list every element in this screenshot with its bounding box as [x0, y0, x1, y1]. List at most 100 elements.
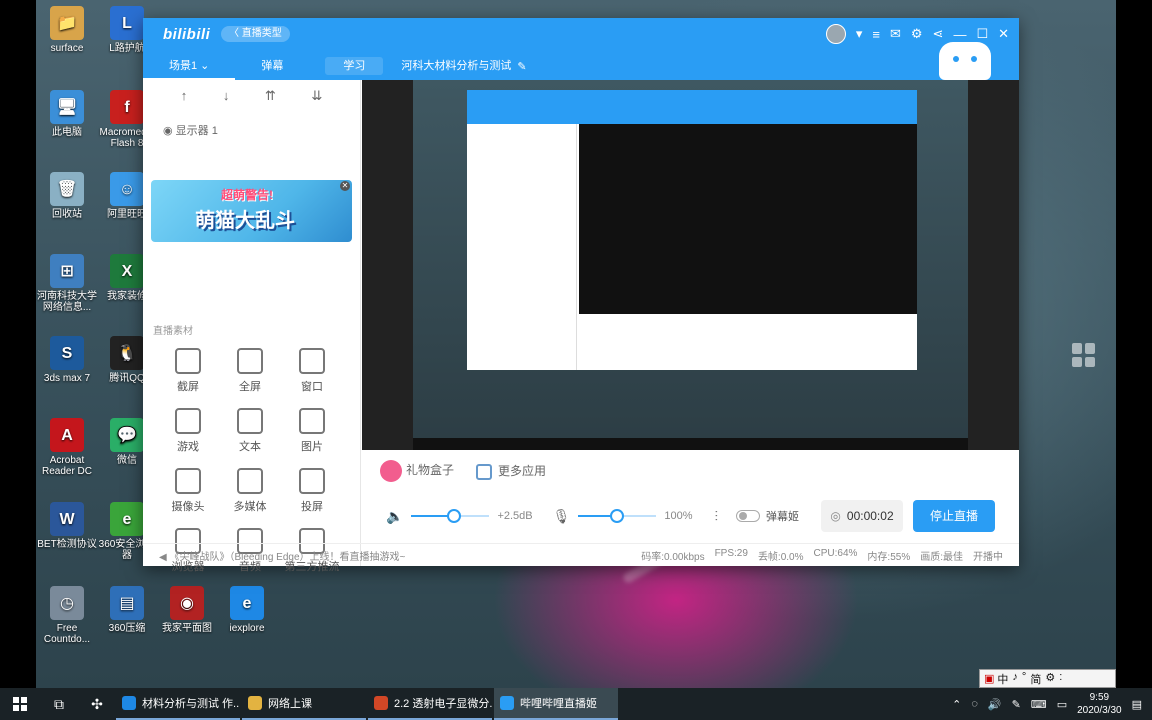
stop-live-button[interactable]: 停止直播 — [913, 500, 996, 532]
source-button[interactable]: 截屏 — [157, 348, 219, 394]
gear-icon[interactable]: ⚙ — [911, 26, 923, 42]
source-grid: 截屏 全屏 窗口 游戏 文本 图片 摄像头 多媒体 投屏 浏览器 音频 第三方推流 — [157, 348, 347, 574]
widget-grid-icon[interactable] — [1072, 343, 1096, 367]
letterbox-left — [0, 0, 36, 688]
ime-item[interactable]: ⚙ — [1045, 671, 1055, 687]
ime-item[interactable]: : — [1059, 671, 1062, 687]
ime-toolbar[interactable]: ▣ 中 ♪ ° 简 ⚙: — [979, 669, 1116, 688]
source-item-display[interactable]: ◉ 显示器 1 — [143, 112, 360, 148]
desktop-icon[interactable]: W BET检测协议 — [36, 502, 100, 550]
start-button[interactable] — [0, 688, 40, 720]
app-icon: ◉ — [170, 586, 204, 620]
mail-icon[interactable]: ✉ — [890, 26, 901, 42]
task-view-icon[interactable]: ⧉ — [40, 688, 78, 720]
source-button[interactable]: 全屏 — [219, 348, 281, 394]
minimize-icon[interactable]: — — [953, 27, 966, 42]
mixer-icon[interactable]: ⫶ — [715, 508, 719, 525]
taskbar-app-button[interactable]: 网络上课 — [242, 688, 366, 720]
source-button[interactable]: 文本 — [219, 408, 281, 454]
speaker-volume-slider[interactable] — [411, 509, 490, 523]
move-down-icon[interactable]: ↓ — [223, 88, 230, 104]
pinwheel-icon[interactable]: ✣ — [78, 688, 116, 720]
desktop-icon[interactable]: 🖥 此电脑 — [36, 90, 100, 138]
desktop-icon-label: surface — [50, 43, 84, 54]
source-button[interactable]: 多媒体 — [219, 468, 281, 514]
taskbar-app-button[interactable]: 材料分析与测试 作... — [116, 688, 240, 720]
promo-banner[interactable]: 超萌警告! 萌猫大乱斗 ✕ — [151, 180, 352, 242]
ime-item[interactable]: 中 — [997, 671, 1008, 687]
volume-icon[interactable]: 🔊 — [988, 698, 1002, 711]
desktop-icon[interactable]: e iexplore — [214, 586, 280, 634]
desktop-icon[interactable]: ◉ 我家平面图 — [154, 586, 220, 634]
stream-stats: 码率:0.00kbps FPS:29 丢帧:0.0% CPU:64% 内存:55% 画质:… — [641, 548, 1003, 563]
pen-icon[interactable]: ✎ — [1012, 698, 1021, 711]
source-button[interactable]: 游戏 — [157, 408, 219, 454]
desktop-icon[interactable]: S 3ds max 7 — [36, 336, 100, 384]
move-up-icon[interactable]: ↑ — [181, 88, 188, 104]
source-button[interactable]: 图片 — [281, 408, 343, 454]
microphone-icon[interactable]: 🎙 — [553, 508, 571, 525]
tab-study[interactable]: 学习 — [325, 57, 384, 75]
preview-screen-capture — [413, 80, 968, 450]
desktop-icon[interactable]: ⊞ 河南科技大学网络信息... — [36, 254, 100, 313]
app-icon: e — [230, 586, 264, 620]
display-icon[interactable]: ▭ — [1057, 698, 1067, 711]
gift-box-button[interactable]: 礼物盒子 — [380, 460, 454, 482]
move-bottom-icon[interactable]: ⇊ — [311, 88, 322, 104]
taskbar-app-button[interactable]: 2.2 透射电子显微分... — [368, 688, 492, 720]
status-bar: ◀ 《尖峰战队》（Bleeding Edge）上线！看直播抽游戏~ 码率:0.0… — [143, 543, 1019, 566]
source-button[interactable]: 窗口 — [281, 348, 343, 394]
desktop-icon-label: 我家平面图 — [162, 623, 212, 634]
source-button[interactable]: 投屏 — [281, 468, 343, 514]
speaker-icon[interactable]: 🔈 — [386, 508, 403, 525]
close-icon[interactable]: ✕ — [998, 26, 1009, 42]
desktop-icon[interactable]: 🗑 回收站 — [36, 172, 100, 220]
network-icon[interactable]: ◌ — [971, 698, 978, 710]
move-top-icon[interactable]: ⇈ — [265, 88, 276, 104]
announcement-marquee[interactable]: ◀ 《尖峰战队》（Bleeding Edge）上线！看直播抽游戏~ — [159, 548, 641, 563]
taskbar-app-icon — [248, 696, 262, 710]
desktop-icon[interactable]: ◷ Free Countdo... — [36, 586, 100, 645]
notification-icon[interactable]: ▤ — [1132, 698, 1142, 711]
ime-item[interactable]: ° — [1022, 671, 1026, 687]
live-type-button[interactable]: 〈 直播类型 — [221, 26, 290, 42]
preview-taskbar — [413, 438, 968, 450]
clock[interactable]: 9:59 2020/3/30 — [1077, 691, 1122, 717]
source-button[interactable]: 摄像头 — [157, 468, 219, 514]
taskbar-app-button[interactable]: 哔哩哔哩直播姬 — [494, 688, 618, 720]
desktop-icon[interactable]: A Acrobat Reader DC — [36, 418, 100, 477]
app-icon: f — [110, 90, 144, 124]
danmaku-toggle[interactable] — [736, 510, 761, 522]
speaker-announce-icon: ◀ — [159, 551, 170, 563]
tab-danmaku[interactable]: 弹幕 — [235, 52, 309, 80]
ime-item[interactable]: ♪ — [1012, 671, 1018, 687]
maximize-icon[interactable]: ☐ — [976, 26, 988, 42]
announcement-text: 《尖峰战队》（Bleeding Edge）上线！看直播抽游戏~ — [169, 551, 406, 563]
stream-preview[interactable] — [362, 80, 1019, 450]
banner-close-icon[interactable]: ✕ — [340, 181, 350, 191]
app-header: bilibili 〈 直播类型 ▾ ≡ ✉ ⚙ ⋖ — ☐ ✕ 场景1 ⌄ 弹幕… — [143, 18, 1019, 80]
desktop-icon-label: Acrobat Reader DC — [41, 455, 93, 477]
desktop-icon[interactable]: 📁 surface — [36, 6, 100, 54]
ime-item[interactable]: 简 — [1030, 671, 1041, 687]
mic-volume-slider[interactable] — [578, 509, 657, 523]
desktop-icon[interactable]: ▤ 360压缩 — [94, 586, 160, 634]
share-icon[interactable]: ⋖ — [933, 26, 944, 42]
edit-icon[interactable]: ✎ — [517, 60, 526, 73]
source-label: 全屏 — [239, 381, 261, 393]
menu-icon[interactable]: ≡ — [872, 27, 880, 42]
stat-item: CPU:64% — [813, 547, 858, 559]
more-apps-button[interactable]: 更多应用 — [476, 462, 546, 480]
tab-scene[interactable]: 场景1 ⌄ — [143, 52, 236, 80]
avatar[interactable] — [825, 24, 846, 44]
tab-bar: 场景1 ⌄ 弹幕 学习 河科大材料分析与测试 ✎ — [143, 52, 527, 80]
eye-icon[interactable]: ◉ — [163, 125, 176, 137]
source-label: 游戏 — [177, 441, 199, 453]
source-icon — [237, 468, 263, 494]
source-icon — [175, 468, 201, 494]
caret-down-icon[interactable]: ▾ — [856, 26, 863, 42]
source-item-label: 显示器 1 — [175, 125, 218, 137]
desktop-icon-label: Free Countdo... — [43, 623, 91, 645]
chevron-up-icon[interactable]: ⌃ — [952, 698, 961, 711]
keyboard-icon[interactable]: ⌨ — [1031, 698, 1047, 711]
